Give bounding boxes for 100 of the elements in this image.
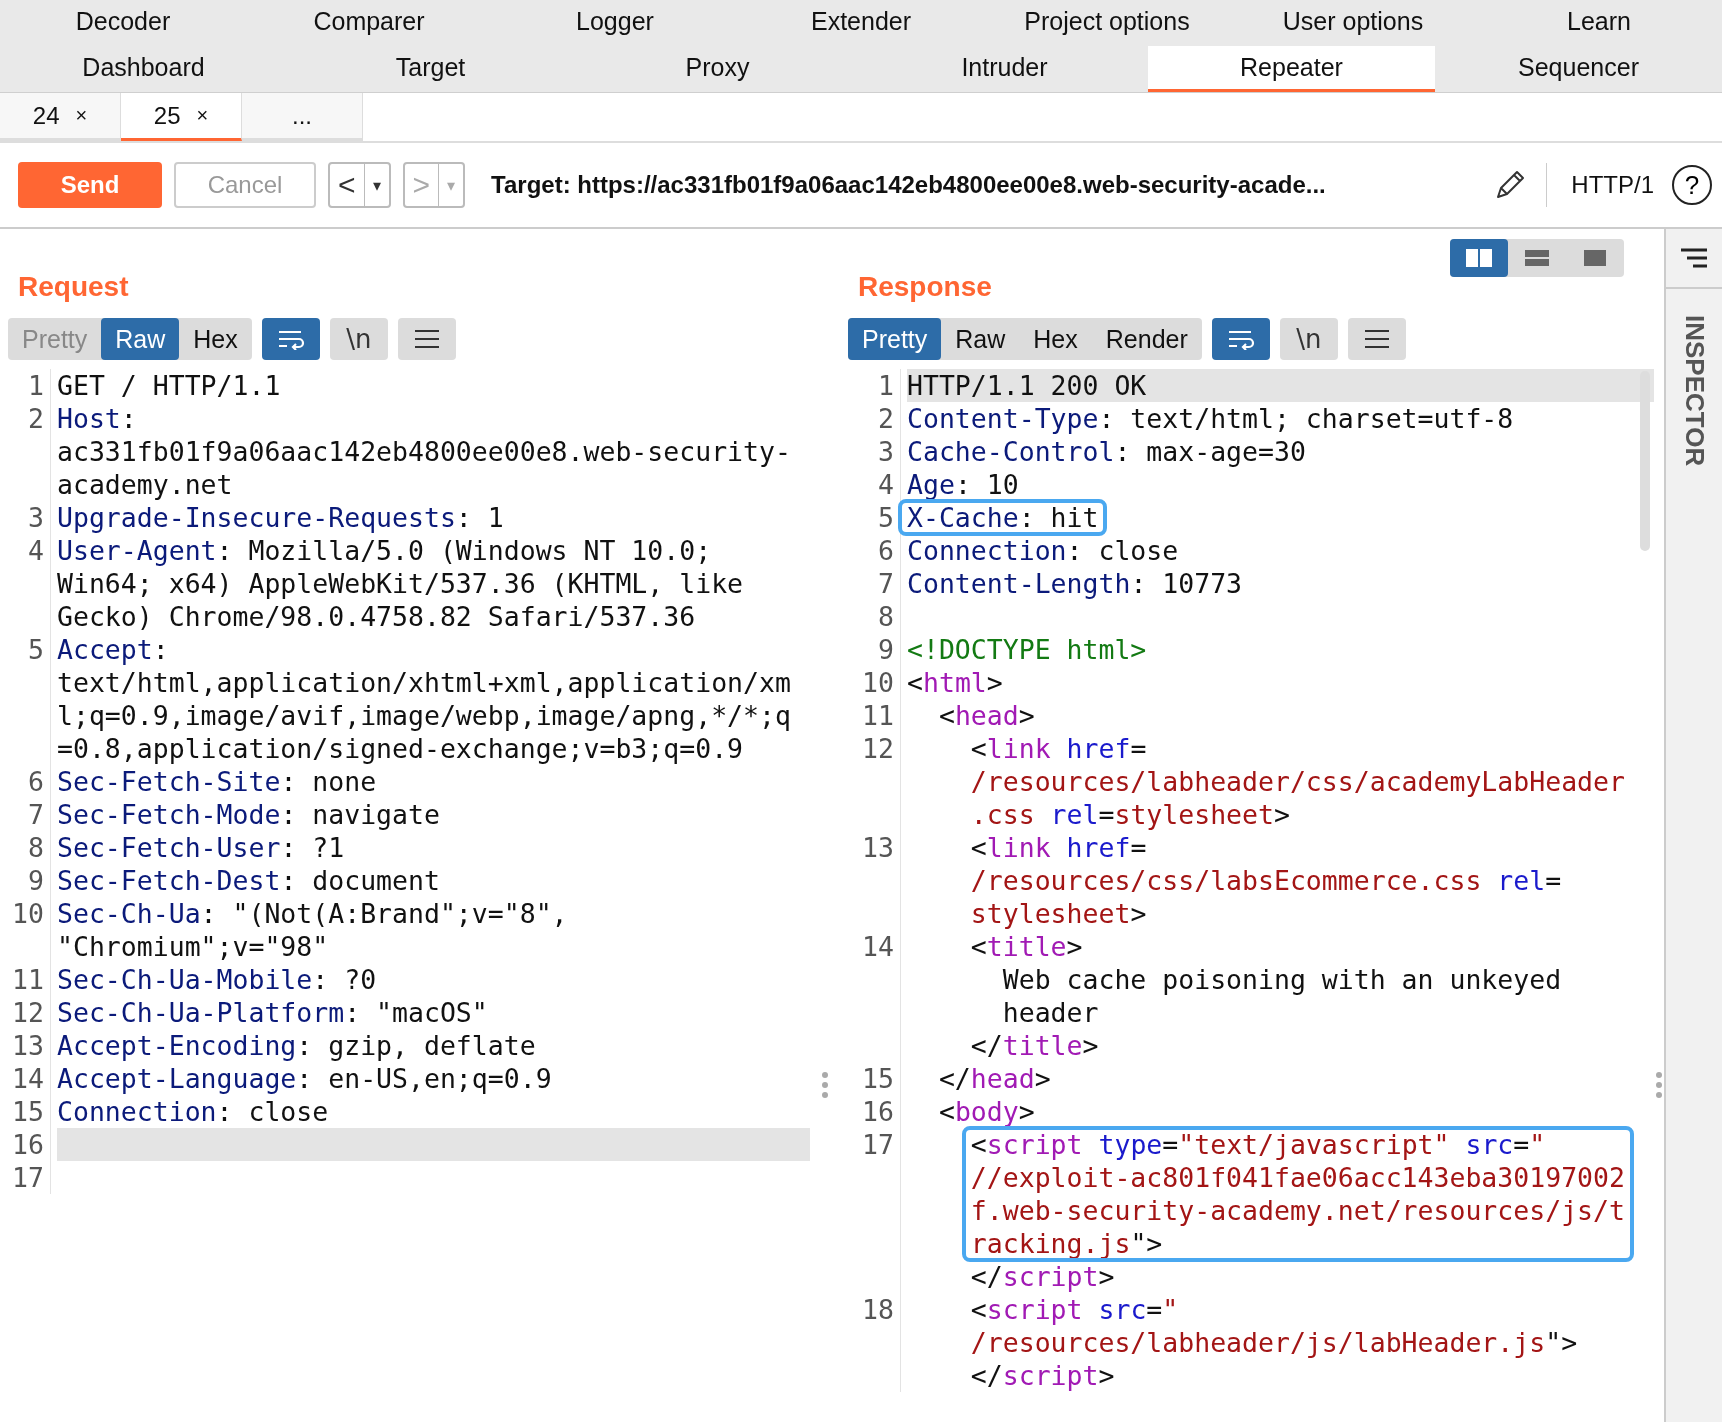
line-number: 2 (0, 402, 51, 501)
layout-button[interactable] (1450, 239, 1508, 277)
inspector-tab[interactable]: INSPECTOR (1678, 315, 1710, 467)
main-tab[interactable]: Target (287, 46, 574, 92)
back-button[interactable]: < (330, 164, 365, 206)
columns-icon (1466, 249, 1492, 267)
wrap-toggle[interactable] (261, 318, 320, 360)
line-number: 3 (840, 435, 901, 468)
code-line: ac331fb01f9a06aac142eb4800ee00e8.web-security- (57, 435, 791, 468)
close-button[interactable]: × (196, 104, 209, 127)
session-tab[interactable]: 25 × (121, 93, 242, 141)
line-number: 1 (0, 369, 51, 402)
code-line: Age: 10 (907, 468, 1019, 501)
line-number: 15 (0, 1095, 51, 1128)
menu-icon (413, 329, 440, 349)
code-line: f.web-security-academy.net/resources/js/t (969, 1194, 1625, 1227)
line-number: 10 (840, 666, 901, 699)
scrollbar[interactable] (1640, 371, 1650, 551)
code-line: header (1001, 996, 1099, 1029)
code-line: <title> (969, 930, 1083, 963)
line-number: 7 (0, 798, 51, 831)
line-number: 4 (840, 468, 901, 501)
help-button[interactable]: ? (1672, 165, 1712, 205)
code-line: <link href= (969, 732, 1147, 765)
code-line: <!DOCTYPE html> (907, 633, 1147, 666)
line-number: 11 (840, 699, 901, 732)
main-tab[interactable]: Decoder (0, 0, 246, 46)
line-number: 6 (840, 534, 901, 567)
line-number: 15 (840, 1062, 901, 1095)
protocol-label[interactable]: HTTP/1 (1565, 171, 1660, 199)
drag-handle-icon (1655, 1071, 1663, 1099)
main-tab[interactable]: Dashboard (0, 46, 287, 92)
pane-title: Request (18, 271, 129, 303)
line-number: 8 (0, 831, 51, 864)
code-line: <script src=" (969, 1293, 1179, 1326)
line-number: 5 (0, 633, 51, 765)
main-tab[interactable]: Learn (1476, 0, 1722, 46)
menu-button[interactable] (397, 318, 456, 360)
pane-title: Response (858, 271, 992, 303)
close-button[interactable]: × (75, 104, 88, 127)
view-tab[interactable]: Hex (1019, 318, 1092, 360)
main-tab[interactable]: Logger (492, 0, 738, 46)
code-line: academy.net (57, 468, 233, 501)
target-url: Target: https://ac331fb01f9a06aac142eb4800ee00e8.web-security-acade... (491, 171, 1327, 199)
code-line: <body> (937, 1095, 1035, 1128)
code-line: /resources/labheader/js/labHeader.js"> (969, 1326, 1578, 1359)
code-line: Cache-Control: max-age=30 (907, 435, 1306, 468)
session-tab[interactable]: 24 × (0, 93, 121, 141)
code-line: Win64; x64) AppleWebKit/537.36 (KHTML, like (57, 567, 744, 600)
line-number: 17 (840, 1128, 901, 1293)
main-tab[interactable]: Repeater (1148, 46, 1435, 92)
code-line: Host: (57, 402, 137, 435)
code-line: Accept-Encoding: gzip, deflate (57, 1029, 536, 1062)
view-tab[interactable]: Raw (941, 318, 1020, 360)
main-tab[interactable]: Proxy (574, 46, 861, 92)
code-line: X-Cache: hit (907, 501, 1099, 534)
line-number: 7 (840, 567, 901, 600)
newline-toggle[interactable]: \n (1279, 318, 1338, 360)
line-number: 14 (840, 930, 901, 1062)
main-tab[interactable]: Extender (738, 0, 984, 46)
code-line: "Chromium";v="98" (57, 930, 329, 963)
code-line: Gecko) Chrome/98.0.4758.82 Safari/537.36 (57, 600, 696, 633)
view-tab[interactable]: Pretty (848, 318, 942, 360)
line-number: 5 (840, 501, 901, 534)
line-number: 12 (840, 732, 901, 831)
session-tab[interactable]: ... (242, 93, 363, 141)
code-line: Connection: close (57, 1095, 329, 1128)
line-number: 14 (0, 1062, 51, 1095)
line-number: 13 (840, 831, 901, 930)
line-number: 2 (840, 402, 901, 435)
code-line: Sec-Fetch-User: ?1 (57, 831, 345, 864)
view-tab[interactable]: Raw (101, 318, 180, 360)
code-line: </title> (969, 1029, 1099, 1062)
single-pane-icon (1584, 250, 1606, 266)
line-number: 16 (840, 1095, 901, 1128)
main-tab[interactable]: Sequencer (1435, 46, 1722, 92)
code-line: Sec-Fetch-Dest: document (57, 864, 440, 897)
code-line: GET / HTTP/1.1 (57, 369, 281, 402)
code-line: Content-Type: text/html; charset=utf-8 (907, 402, 1514, 435)
code-line: Sec-Ch-Ua: "(Not(A:Brand";v="8", (57, 897, 568, 930)
code-line: racking.js"> (969, 1227, 1163, 1260)
newline-toggle[interactable]: \n (329, 318, 388, 360)
view-tab[interactable]: Hex (179, 318, 252, 360)
main-tab[interactable]: Comparer (246, 0, 492, 46)
main-tab[interactable]: Project options (984, 0, 1230, 46)
code-line: Connection: close (907, 534, 1179, 567)
code-line: <link href= (969, 831, 1147, 864)
line-number: 6 (0, 765, 51, 798)
view-tab[interactable]: Render (1091, 318, 1202, 360)
main-tab[interactable]: Intruder (861, 46, 1148, 92)
line-number: 11 (0, 963, 51, 996)
menu-icon (1363, 329, 1390, 349)
main-tab[interactable]: User options (1230, 0, 1476, 46)
code-line: l;q=0.9,image/avif,image/webp,image/apng,*/*;q (57, 699, 791, 732)
wrap-toggle[interactable] (1211, 318, 1270, 360)
menu-button[interactable] (1347, 318, 1406, 360)
line-number: 18 (840, 1293, 901, 1392)
history-dropdown[interactable]: ▾ (364, 164, 389, 206)
code-line: HTTP/1.1 200 OK (907, 369, 1147, 402)
code-line: //exploit-ac801f041fae06acc143eba30197002 (969, 1161, 1625, 1194)
